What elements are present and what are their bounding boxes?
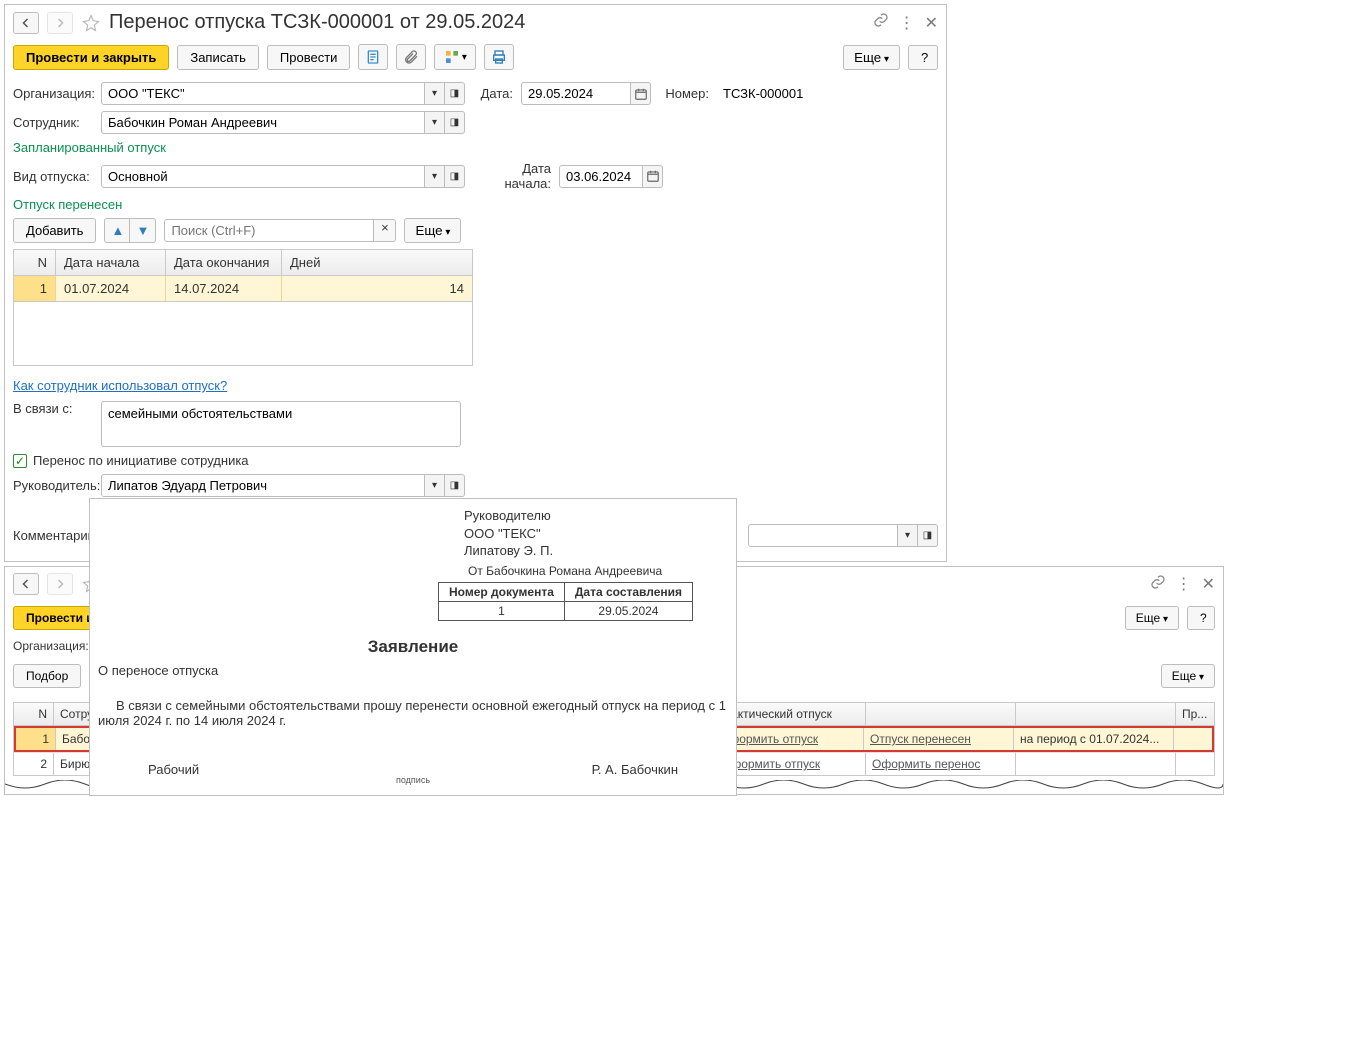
- app-body: В связи с семейными обстоятельствами про…: [98, 698, 728, 728]
- usage-link[interactable]: Как сотрудник использовал отпуск?: [13, 378, 227, 393]
- nav-back-button[interactable]: [13, 573, 39, 595]
- cell-start: 01.07.2024: [56, 276, 166, 301]
- type-label: Вид отпуска:: [13, 169, 93, 184]
- kebab-menu-icon[interactable]: ⋮: [899, 13, 915, 33]
- org-dropdown-icon[interactable]: ▾: [425, 82, 445, 105]
- cell-end: 14.07.2024: [166, 276, 282, 301]
- app-sig-right: Р. А. Бабочкин: [592, 762, 678, 777]
- col-fact: Фактический отпуск: [716, 703, 866, 725]
- app-sig-left: Рабочий: [148, 762, 199, 777]
- application-preview: Руководителю ООО "ТЕКС" Липатову Э. П. О…: [89, 498, 737, 796]
- moved-section-title: Отпуск перенесен: [13, 197, 938, 212]
- more-menu-button[interactable]: Еще: [843, 45, 900, 70]
- add-row-button[interactable]: Добавить: [13, 218, 96, 243]
- favorite-star-icon[interactable]: [81, 13, 101, 33]
- pick-button[interactable]: Подбор: [13, 664, 81, 688]
- start-date-input[interactable]: [559, 165, 643, 188]
- calendar-icon[interactable]: [643, 165, 663, 188]
- org-open-icon[interactable]: ◨: [445, 82, 465, 105]
- close-icon[interactable]: ✕: [925, 13, 938, 33]
- col-start: Дата начала: [56, 250, 166, 275]
- org-label: Организация:: [13, 86, 93, 101]
- app-subject: О переносе отпуска: [98, 663, 728, 678]
- initiative-label: Перенос по инициативе сотрудника: [33, 453, 249, 468]
- manager-input[interactable]: [101, 474, 425, 497]
- save-button[interactable]: Записать: [177, 45, 259, 70]
- more-rows-button[interactable]: Еще: [1161, 664, 1215, 688]
- comment-extra-open-icon[interactable]: ◨: [918, 524, 938, 547]
- date-input[interactable]: [521, 82, 631, 105]
- attachment-icon-button[interactable]: [396, 44, 426, 70]
- clear-search-icon[interactable]: ×: [374, 219, 396, 242]
- app-to-2: ООО "ТЕКС": [464, 525, 728, 543]
- type-open-icon[interactable]: ◨: [445, 165, 465, 188]
- number-value: [717, 83, 827, 104]
- manager-dropdown-icon[interactable]: ▾: [425, 474, 445, 497]
- nav-forward-button[interactable]: [47, 573, 73, 595]
- more-menu-button[interactable]: Еще: [1125, 606, 1179, 630]
- number-label: Номер:: [659, 86, 709, 101]
- comment-extra-input[interactable]: [748, 524, 898, 547]
- comment-extra-dropdown-icon[interactable]: ▾: [898, 524, 918, 547]
- help-button[interactable]: ?: [908, 45, 938, 70]
- nav-forward-button[interactable]: [47, 12, 73, 34]
- org-label: Организация:: [13, 639, 93, 653]
- initiative-checkbox[interactable]: [13, 454, 27, 468]
- grid-row[interactable]: 1 01.07.2024 14.07.2024 14: [14, 276, 472, 301]
- manager-label: Руководитель:: [13, 478, 93, 493]
- date-label: Дата:: [473, 86, 513, 101]
- org-input[interactable]: [101, 82, 425, 105]
- app-to-1: Руководителю: [464, 507, 728, 525]
- employee-label: Сотрудник:: [13, 115, 93, 130]
- type-input[interactable]: [101, 165, 425, 188]
- reason-label: В связи с:: [13, 401, 93, 416]
- col-days: Дней: [282, 250, 472, 275]
- col-end: Дата окончания: [166, 250, 282, 275]
- calendar-icon[interactable]: [631, 82, 651, 105]
- structure-icon-button[interactable]: [434, 44, 476, 70]
- help-button[interactable]: ?: [1187, 606, 1215, 630]
- col-n: N: [14, 703, 54, 725]
- kebab-menu-icon[interactable]: ⋮: [1176, 574, 1192, 594]
- app-doc-table: Номер документаДата составления 129.05.2…: [438, 582, 693, 621]
- col-pr: Пр...: [1176, 703, 1214, 725]
- window-title: Перенос отпуска ТСЗК-000001 от 29.05.202…: [109, 11, 525, 34]
- more-rows-button[interactable]: Еще: [404, 218, 461, 243]
- nav-back-button[interactable]: [13, 12, 39, 34]
- type-dropdown-icon[interactable]: ▾: [425, 165, 445, 188]
- cell-days: 14: [282, 276, 472, 301]
- moved-rows-grid[interactable]: N Дата начала Дата окончания Дней 1 01.0…: [13, 249, 473, 366]
- app-to-3: Липатову Э. П.: [464, 542, 728, 560]
- search-input[interactable]: [164, 219, 374, 242]
- start-date-label: Дата начала:: [473, 161, 551, 191]
- employee-input[interactable]: [101, 111, 425, 134]
- reason-textarea[interactable]: семейными обстоятельствами: [101, 401, 461, 447]
- app-caption: Заявление: [98, 637, 728, 657]
- comment-label: Комментарий: [13, 528, 93, 543]
- move-down-button[interactable]: ▼: [130, 218, 156, 243]
- employee-open-icon[interactable]: ◨: [445, 111, 465, 134]
- create-move-link[interactable]: Оформить перенос: [872, 757, 980, 771]
- post-button[interactable]: Провести: [267, 45, 351, 70]
- post-and-close-button[interactable]: Провести и закрыть: [13, 45, 169, 70]
- print-icon-button[interactable]: [484, 44, 514, 70]
- close-icon[interactable]: ✕: [1202, 574, 1215, 594]
- link-icon[interactable]: [1150, 574, 1166, 595]
- employee-dropdown-icon[interactable]: ▾: [425, 111, 445, 134]
- move-up-button[interactable]: ▲: [104, 218, 130, 243]
- report-icon-button[interactable]: [358, 44, 388, 70]
- manager-open-icon[interactable]: ◨: [445, 474, 465, 497]
- cell-n: 1: [14, 276, 56, 301]
- link-icon[interactable]: [873, 12, 889, 33]
- planned-section-title: Запланированный отпуск: [13, 140, 938, 155]
- vacation-moved-link[interactable]: Отпуск перенесен: [870, 732, 971, 746]
- app-from: От Бабочкина Романа Андреевича: [468, 564, 728, 578]
- col-n: N: [14, 250, 56, 275]
